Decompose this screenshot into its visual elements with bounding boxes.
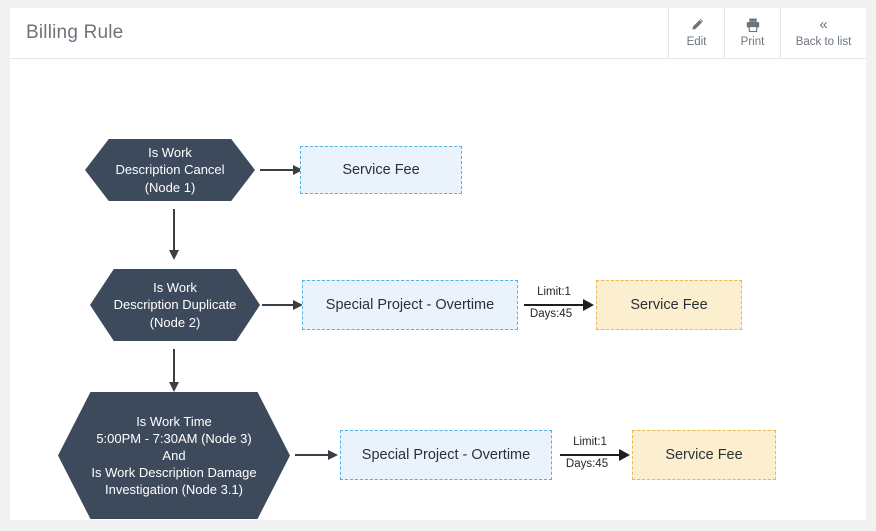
back-to-list-button[interactable]: « Back to list (780, 8, 866, 58)
arrow-node1-to-action (260, 163, 304, 177)
arrow-node3-to-action (295, 448, 339, 462)
pencil-icon (689, 17, 705, 33)
action-box-label: Special Project - Overtime (325, 297, 495, 313)
print-button-label: Print (740, 36, 765, 48)
secondary-box-service-fee-3[interactable]: Service Fee (632, 430, 776, 480)
condition-node-3[interactable]: Is Work Time 5:00PM - 7:30AM (Node 3) An… (58, 392, 290, 519)
condition-node-1[interactable]: Is Work Description Cancel (Node 1) (85, 139, 255, 201)
edge-label-days-2: Days:45 (529, 308, 573, 320)
condition-node-2[interactable]: Is Work Description Duplicate (Node 2) (90, 269, 260, 341)
edit-button[interactable]: Edit (668, 8, 724, 58)
action-box-special-project-overtime-3[interactable]: Special Project - Overtime (340, 430, 552, 480)
flow-canvas: Is Work Description Cancel (Node 1) Serv… (10, 59, 866, 520)
condition-node-3-label: Is Work Time 5:00PM - 7:30AM (Node 3) An… (91, 413, 257, 498)
edge-label-limit-3: Limit:1 (573, 436, 607, 448)
card-header: Billing Rule Edit Print « Back to list (10, 8, 866, 59)
secondary-box-label: Service Fee (630, 297, 708, 313)
billing-rule-card: Billing Rule Edit Print « Back to list I… (10, 8, 866, 520)
edge-label-days-3: Days:45 (565, 458, 609, 470)
secondary-box-service-fee-2[interactable]: Service Fee (596, 280, 742, 330)
action-box-label: Special Project - Overtime (361, 447, 531, 463)
arrow-node2-to-action (262, 298, 304, 312)
action-box-label: Service Fee (342, 162, 420, 178)
page-root: Billing Rule Edit Print « Back to list I… (0, 0, 876, 531)
arrow-node1-to-node2 (167, 209, 181, 261)
double-chevron-left-icon: « (819, 16, 828, 33)
arrow-node2-to-node3 (167, 349, 181, 393)
secondary-box-label: Service Fee (665, 447, 743, 463)
printer-icon (745, 17, 761, 33)
condition-node-2-label: Is Work Description Duplicate (Node 2) (113, 280, 237, 330)
action-box-special-project-overtime-2[interactable]: Special Project - Overtime (302, 280, 518, 330)
header-actions: Edit Print « Back to list (668, 8, 866, 58)
action-box-service-fee-1[interactable]: Service Fee (300, 146, 462, 194)
back-to-list-label: Back to list (795, 36, 852, 48)
condition-node-1-label: Is Work Description Cancel (Node 1) (115, 145, 225, 195)
page-title: Billing Rule (26, 22, 124, 43)
edge-label-limit-2: Limit:1 (537, 286, 571, 298)
print-button[interactable]: Print (724, 8, 780, 58)
edit-button-label: Edit (686, 36, 707, 48)
